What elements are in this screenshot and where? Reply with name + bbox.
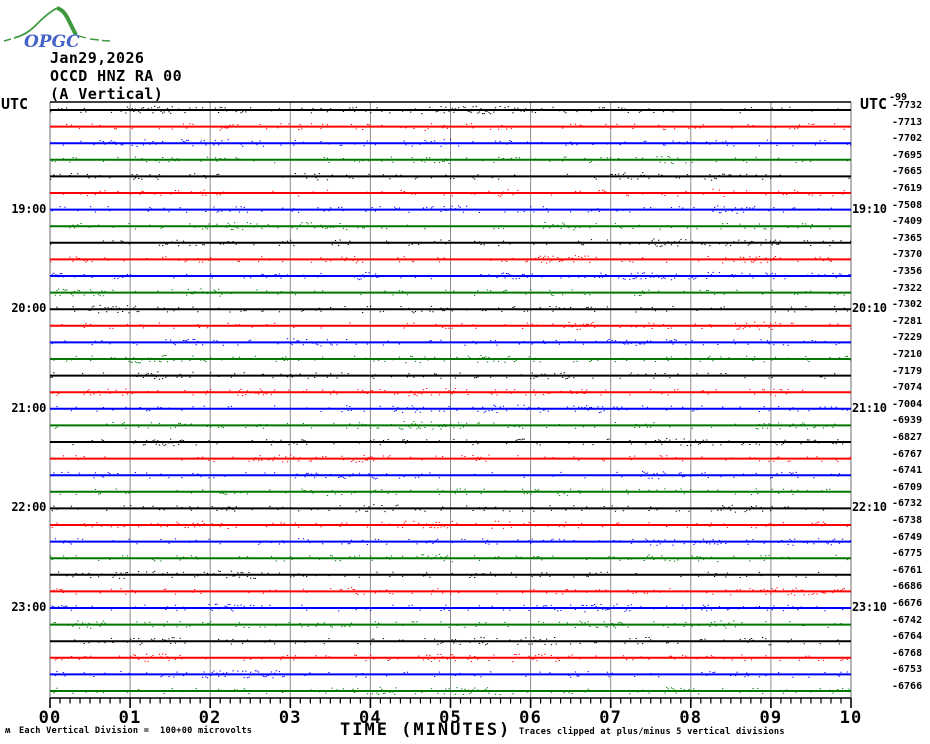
seismogram-plot xyxy=(0,0,930,744)
scale-note: Each Vertical Division = 100+00 microvol… xyxy=(19,726,252,736)
corner-mark: ʍ xyxy=(5,726,10,736)
clip-note: Traces clipped at plus/minus 5 vertical … xyxy=(519,727,785,737)
x-axis-title: TIME (MINUTES) xyxy=(340,720,511,740)
helicorder-page: OPGC Jan29,2026 OCCD HNZ RA 00 (A Vertic… xyxy=(0,0,930,744)
